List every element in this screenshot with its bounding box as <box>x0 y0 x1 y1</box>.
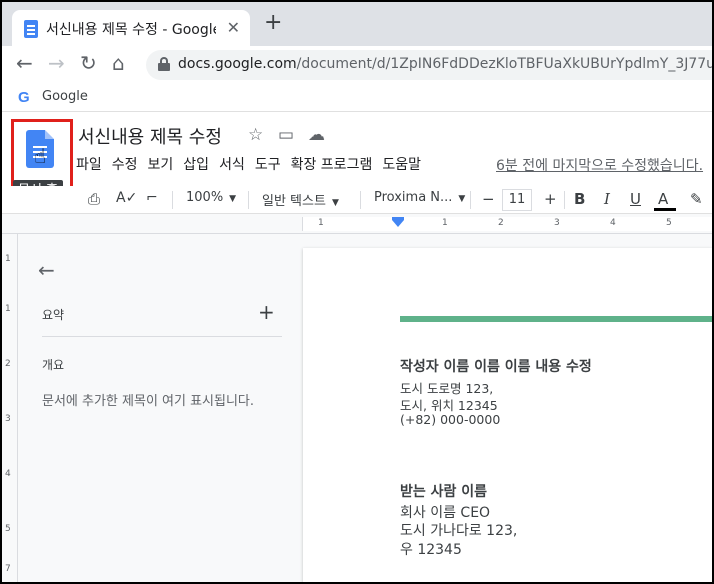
sender-line[interactable]: (+82) 000-0000 <box>400 412 500 427</box>
chevron-down-icon: ▼ <box>229 194 237 204</box>
back-arrow-icon[interactable]: ← <box>38 258 55 282</box>
document-outline-panel: ← 요약 + 개요 문서에 추가한 제목이 여기 표시됩니다. <box>20 234 302 582</box>
summary-label: 요약 <box>42 308 65 322</box>
sender-heading[interactable]: 작성자 이름 이름 이름 내용 수정 <box>400 356 592 376</box>
browser-tab-strip: 서신내용 제목 수정 - Google Do ✕ + <box>2 2 712 46</box>
editor-canvas: 1 1 2 3 4 5 7 ← 요약 + 개요 문서에 추가한 제목이 여기 표… <box>2 234 712 582</box>
format-toolbar: ⎙ A✓ ⌐ 100% ▼ 일반 텍스트 ▼ Proxima N... ▼ − 11 … <box>2 186 712 214</box>
recipient-line[interactable]: 도시 가나다로 123, <box>400 520 517 540</box>
ruler-number: 1 <box>318 218 324 228</box>
address-bar[interactable]: docs.google.com/document/d/1ZpIN6FdDDezK… <box>146 50 712 80</box>
ruler-number: 2 <box>498 218 504 228</box>
font-size-input[interactable]: 11 <box>502 189 532 211</box>
text-color-swatch <box>654 208 676 211</box>
star-icon[interactable]: ☆ <box>248 125 263 145</box>
ruler-number: 4 <box>610 218 616 228</box>
add-summary-button[interactable]: + <box>258 300 275 324</box>
forward-arrow-icon[interactable]: → <box>48 52 65 74</box>
chevron-down-icon: ▼ <box>458 194 466 204</box>
last-edit-link[interactable]: 6분 전에 마지막으로 수정했습니다. <box>496 155 703 175</box>
document-page[interactable]: 작성자 이름 이름 이름 내용 수정 도시 도로명 123, 도시, 위치 12… <box>303 248 712 582</box>
tab-title: 서신내용 제목 수정 - Google Do <box>46 22 216 38</box>
url-text[interactable]: docs.google.com/document/d/1ZpIN6FdDDezK… <box>178 56 712 72</box>
docs-header: ☝ 서신내용 제목 수정 ☆ ▭ ☁ 파일 수정 보기 삽입 서식 도구 확장 프로그램 도움… <box>2 112 712 186</box>
outline-hint: 문서에 추가한 제목이 여기 표시됩니다. <box>42 394 255 409</box>
menu-edit[interactable]: 수정 <box>112 154 138 174</box>
text-color-button[interactable]: A <box>658 190 668 208</box>
home-icon[interactable]: ⌂ <box>112 52 125 74</box>
zoom-value: 100% <box>186 190 224 205</box>
tab-close-icon[interactable]: ✕ <box>227 18 240 37</box>
menu-format[interactable]: 서식 <box>219 154 245 174</box>
ruler-number: 5 <box>666 218 672 228</box>
back-arrow-icon[interactable]: ← <box>16 52 33 74</box>
vertical-ruler[interactable]: 1 1 2 3 4 5 7 <box>2 234 18 582</box>
recipient-heading[interactable]: 받는 사람 이름 <box>400 481 487 501</box>
overview-label: 개요 <box>42 358 65 372</box>
underline-button[interactable]: U <box>630 190 641 208</box>
recipient-line[interactable]: 회사 이름 CEO <box>400 502 490 522</box>
reload-icon[interactable]: ↻ <box>80 52 97 74</box>
print-icon[interactable]: ⎙ <box>88 190 100 208</box>
move-folder-icon[interactable]: ▭ <box>278 125 294 145</box>
ruler-number: 1 <box>442 218 448 228</box>
ruler-number: 3 <box>554 218 560 228</box>
bookmark-google[interactable]: Google <box>42 89 88 104</box>
cloud-status-icon[interactable]: ☁ <box>308 125 325 145</box>
spellcheck-icon[interactable]: A✓ <box>116 190 137 206</box>
italic-button[interactable]: I <box>604 190 610 208</box>
menu-file[interactable]: 파일 <box>76 154 102 174</box>
divider <box>42 336 282 337</box>
accent-bar <box>400 316 712 322</box>
horizontal-ruler[interactable]: 1 1 2 3 4 5 <box>2 214 712 234</box>
indent-marker-icon[interactable] <box>392 220 404 227</box>
zoom-select[interactable]: 100% ▼ <box>186 190 236 205</box>
new-tab-button[interactable]: + <box>264 12 282 34</box>
menu-extensions[interactable]: 확장 프로그램 <box>291 154 373 174</box>
increase-font-size-button[interactable]: + <box>544 190 557 208</box>
highlight-pen-icon[interactable]: ✎ <box>690 190 703 208</box>
paint-format-icon[interactable]: ⌐ <box>146 190 158 206</box>
document-title[interactable]: 서신내용 제목 수정 <box>78 123 222 149</box>
decrease-font-size-button[interactable]: − <box>482 190 495 208</box>
font-select[interactable]: Proxima N... ▼ <box>374 190 465 205</box>
browser-toolbar: ← → ↻ ⌂ docs.google.com/document/d/1ZpIN… <box>2 46 712 82</box>
lock-icon[interactable] <box>158 57 170 71</box>
recipient-line[interactable]: 우 12345 <box>400 539 462 559</box>
menu-tools[interactable]: 도구 <box>255 154 281 174</box>
browser-tab[interactable]: 서신내용 제목 수정 - Google Do ✕ <box>12 10 250 46</box>
docs-favicon-icon <box>24 20 38 38</box>
url-path: /document/d/1ZpIN6FdDDezKloTBFUaXkUBUrYp… <box>296 56 712 72</box>
menu-insert[interactable]: 삽입 <box>183 154 209 174</box>
url-domain: docs.google.com <box>178 56 297 72</box>
bold-button[interactable]: B <box>574 190 585 208</box>
style-value: 일반 텍스트 <box>262 194 326 209</box>
screenshot-frame: 서신내용 제목 수정 - Google Do ✕ + ← → ↻ ⌂ docs.… <box>0 0 714 584</box>
chevron-down-icon: ▼ <box>331 198 339 208</box>
style-select[interactable]: 일반 텍스트 ▼ <box>262 190 339 209</box>
google-g-icon: G <box>18 89 30 106</box>
font-value: Proxima N... <box>374 190 453 205</box>
menu-bar: 파일 수정 보기 삽입 서식 도구 확장 프로그램 도움말 <box>76 154 431 174</box>
menu-help[interactable]: 도움말 <box>382 154 421 174</box>
menu-view[interactable]: 보기 <box>148 154 174 174</box>
bookmarks-bar: G Google <box>2 82 712 112</box>
